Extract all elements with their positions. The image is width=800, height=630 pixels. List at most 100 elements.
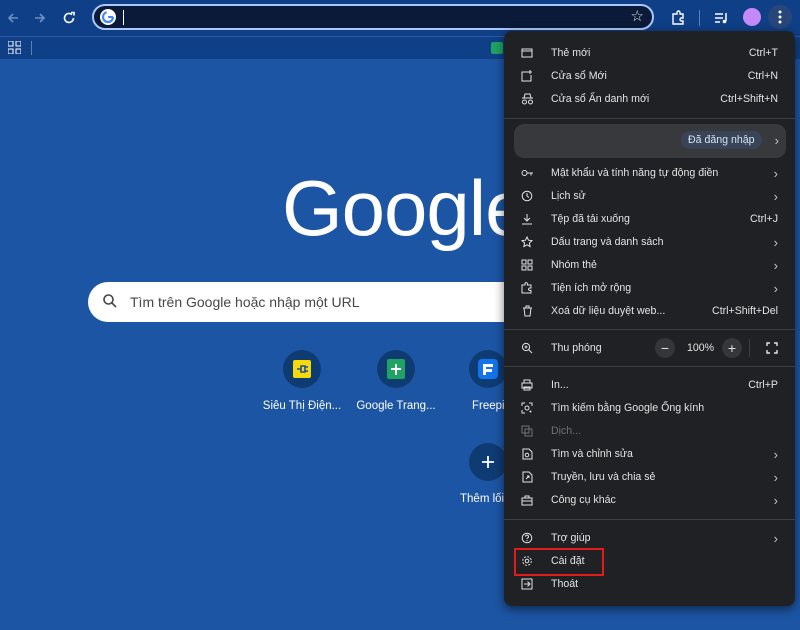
menu-label: Dịch...	[551, 425, 582, 437]
menu-label: Tìm kiếm bằng Google Ống kính	[551, 402, 705, 414]
media-control-icon[interactable]	[712, 9, 730, 27]
zoom-out-button[interactable]: −	[655, 338, 675, 358]
menu-item-bookmarks[interactable]: Dấu trang và danh sách ›	[504, 231, 795, 254]
chrome-app-menu: Thẻ mới Ctrl+T Cửa sổ Mới Ctrl+N Cửa sổ …	[504, 31, 795, 606]
menu-item-passwords[interactable]: Mật khẩu và tính năng tự động điền ›	[504, 162, 795, 185]
sheets-icon	[377, 350, 415, 388]
menu-label: Cửa sổ Mới	[551, 70, 607, 82]
menu-label: Thẻ mới	[551, 47, 591, 59]
apps-grid-icon[interactable]	[8, 41, 21, 54]
chevron-right-icon: ›	[773, 531, 778, 546]
menu-divider	[504, 519, 795, 520]
zoom-in-button[interactable]: +	[722, 338, 742, 358]
menu-item-find-edit[interactable]: Tìm và chỉnh sửa ›	[504, 443, 795, 466]
chevron-right-icon: ›	[773, 493, 778, 508]
toolbox-icon	[520, 493, 534, 507]
menu-item-more-tools[interactable]: Công cụ khác ›	[504, 489, 795, 512]
chevron-right-icon: ›	[773, 166, 778, 181]
google-logo: Google	[282, 164, 529, 252]
menu-item-translate: Dịch...	[504, 420, 795, 443]
menu-item-tab-groups[interactable]: Nhóm thẻ ›	[504, 254, 795, 277]
menu-label: Dấu trang và danh sách	[551, 236, 664, 248]
chevron-right-icon: ›	[773, 447, 778, 462]
menu-shortcut: Ctrl+T	[748, 47, 778, 59]
menu-item-print[interactable]: In... Ctrl+P	[504, 374, 795, 397]
zoom-value: 100%	[687, 342, 715, 354]
menu-item-history[interactable]: Lịch sử ›	[504, 185, 795, 208]
menu-label: Mật khẩu và tính năng tự động điền	[551, 167, 719, 179]
zoom-divider	[749, 339, 750, 357]
menu-label: Trợ giúp	[551, 532, 591, 544]
text-caret	[123, 10, 124, 25]
menu-shortcut: Ctrl+Shift+Del	[712, 305, 778, 317]
ntp-search-box[interactable]: Tìm trên Google hoặc nhập một URL	[88, 282, 538, 322]
menu-label: Tìm và chỉnh sửa	[551, 448, 633, 460]
menu-item-help[interactable]: Trợ giúp ›	[504, 527, 795, 550]
plug-icon	[283, 350, 321, 388]
chevron-right-icon: ›	[774, 133, 779, 148]
search-icon	[102, 293, 118, 309]
menu-item-lens[interactable]: Tìm kiếm bằng Google Ống kính	[504, 397, 795, 420]
sheets-bookmark-icon[interactable]	[491, 42, 503, 54]
download-icon	[520, 212, 534, 226]
menu-label: Thoát	[551, 578, 579, 590]
menu-item-new-window[interactable]: Cửa sổ Mới Ctrl+N	[504, 65, 795, 88]
puzzle-icon	[520, 281, 534, 295]
menu-label: Lịch sử	[551, 190, 586, 202]
search-placeholder: Tìm trên Google hoặc nhập một URL	[130, 294, 360, 310]
menu-label: Tệp đã tải xuống	[551, 213, 630, 225]
profile-avatar[interactable]	[743, 8, 761, 26]
chevron-right-icon: ›	[773, 281, 778, 296]
chevron-right-icon: ›	[773, 258, 778, 273]
add-shortcut-label: Thêm lối	[460, 493, 504, 505]
back-button[interactable]	[3, 8, 23, 28]
reload-button[interactable]	[59, 8, 79, 28]
trash-icon	[520, 304, 534, 318]
bookmark-star-icon[interactable]: ☆	[631, 9, 644, 25]
profile-row[interactable]: Đã đăng nhập ›	[514, 124, 786, 158]
menu-item-zoom: Thu phóng − 100% +	[504, 337, 795, 360]
toolbar-divider	[699, 10, 700, 26]
menu-divider	[504, 118, 795, 119]
chrome-menu-button[interactable]	[768, 5, 792, 29]
forward-button[interactable]	[30, 8, 50, 28]
tab-groups-icon	[520, 258, 534, 272]
google-lens-icon	[520, 401, 534, 415]
menu-label: Xoá dữ liệu duyệt web...	[551, 305, 666, 317]
extensions-icon[interactable]	[669, 9, 687, 27]
menu-item-exit[interactable]: Thoát	[504, 573, 795, 596]
chevron-right-icon: ›	[773, 235, 778, 250]
shortcut-tile[interactable]: Freepik	[444, 350, 504, 412]
star-icon	[520, 235, 534, 249]
menu-label: Thu phóng	[551, 342, 602, 354]
menu-item-incognito[interactable]: Cửa sổ Ẩn danh mới Ctrl+Shift+N	[504, 88, 795, 111]
menu-label: Nhóm thẻ	[551, 259, 597, 271]
menu-item-clear-data[interactable]: Xoá dữ liệu duyệt web... Ctrl+Shift+Del	[504, 300, 795, 323]
history-icon	[520, 189, 534, 203]
menu-label: Tiện ích mở rộng	[551, 282, 632, 294]
shortcut-tile[interactable]: Google Trang...	[350, 350, 442, 412]
bookmarks-divider	[31, 41, 32, 55]
menu-item-cast-save-share[interactable]: Truyền, lưu và chia sẻ ›	[504, 466, 795, 489]
fullscreen-icon[interactable]	[766, 342, 778, 354]
help-icon	[520, 531, 534, 545]
back-arrow-icon	[7, 13, 18, 23]
add-shortcut-tile[interactable]: Thêm lối	[444, 443, 504, 505]
menu-label: Truyền, lưu và chia sẻ	[551, 471, 656, 483]
new-window-icon	[520, 69, 534, 83]
menu-item-downloads[interactable]: Tệp đã tải xuống Ctrl+J	[504, 208, 795, 231]
omnibox[interactable]: ☆	[92, 4, 654, 30]
chevron-right-icon: ›	[773, 189, 778, 204]
shortcut-tile[interactable]: Siêu Thị Điện...	[256, 350, 348, 412]
shortcut-label: Siêu Thị Điện...	[262, 400, 342, 412]
menu-item-new-tab[interactable]: Thẻ mới Ctrl+T	[504, 42, 795, 65]
zoom-icon	[520, 341, 534, 355]
settings-highlight-box	[514, 548, 604, 576]
plus-icon	[469, 443, 504, 481]
find-doc-icon	[520, 447, 534, 461]
new-tab-icon	[520, 46, 534, 60]
menu-item-extensions[interactable]: Tiện ích mở rộng ›	[504, 277, 795, 300]
menu-shortcut: Ctrl+J	[750, 213, 778, 225]
signed-in-chip: Đã đăng nhập	[681, 131, 762, 149]
share-doc-icon	[520, 470, 534, 484]
